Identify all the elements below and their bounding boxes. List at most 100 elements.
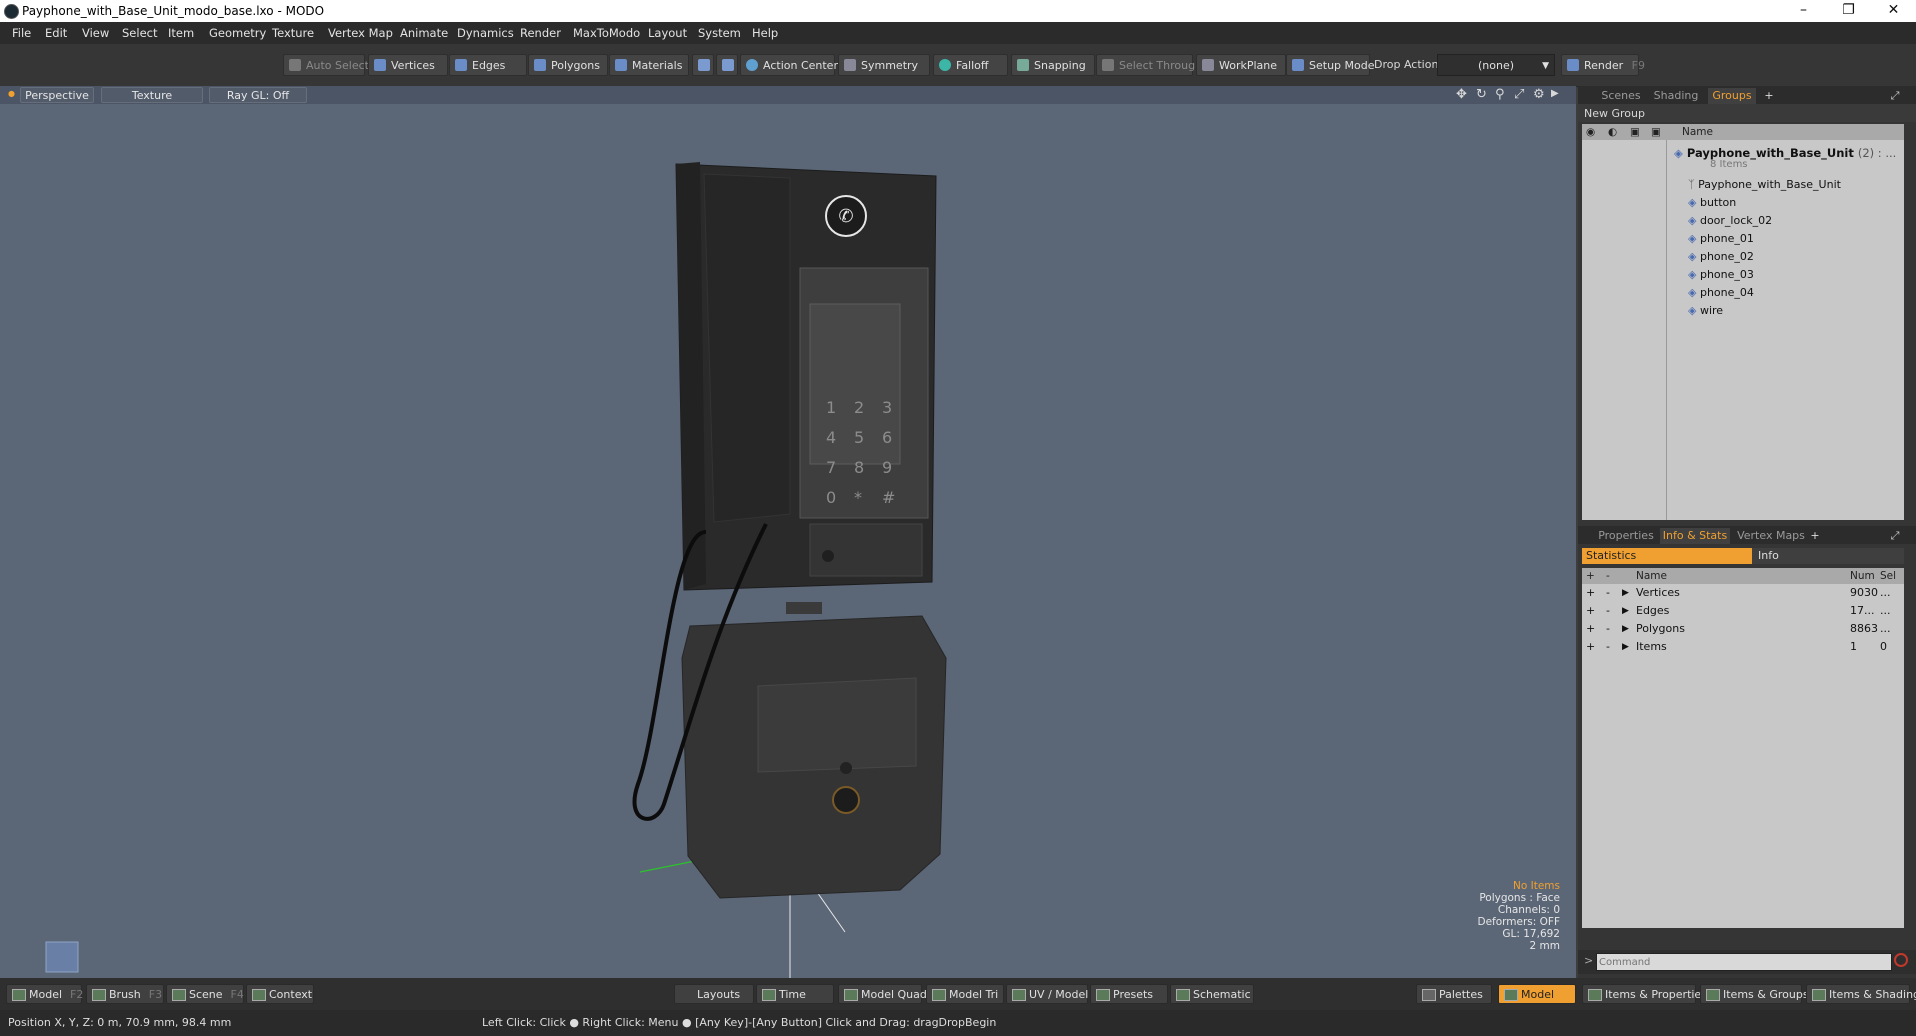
- close-button[interactable]: ✕: [1871, 0, 1916, 22]
- tab-groups[interactable]: Groups: [1708, 88, 1756, 104]
- drop-action-select[interactable]: (none) ▼: [1437, 54, 1555, 76]
- group-row[interactable]: ◈ Payphone_with_Base_Unit (2) : ...: [1674, 144, 1896, 162]
- menu-file[interactable]: File: [12, 26, 31, 40]
- collapse-all-icon[interactable]: -: [1606, 568, 1610, 584]
- minimize-button[interactable]: –: [1781, 0, 1826, 22]
- viewport-menu-icon[interactable]: ●: [8, 89, 15, 98]
- gear-icon[interactable]: ⚙: [1533, 87, 1545, 102]
- rotate-view-icon[interactable]: ↻: [1476, 87, 1487, 102]
- menu-layout[interactable]: Layout: [648, 26, 687, 40]
- tab-vertex-maps[interactable]: Vertex Maps: [1736, 528, 1806, 544]
- stat-num: 17...: [1850, 604, 1875, 617]
- menu-system[interactable]: System: [698, 26, 741, 40]
- menu-render[interactable]: Render: [520, 26, 561, 40]
- select-through-button[interactable]: Select Through: [1096, 54, 1202, 76]
- 3d-viewport[interactable]: ● Perspective Texture Ray GL: Off ✥ ↻ ⚲ …: [0, 86, 1576, 978]
- select-mode-1-button[interactable]: [692, 54, 714, 76]
- palettes-button[interactable]: Palettes: [1416, 984, 1492, 1004]
- list-item-payphone[interactable]: ᛉ Payphone_with_Base_Unit: [1688, 176, 1841, 194]
- info-subtab[interactable]: Info: [1752, 548, 1904, 564]
- table-row[interactable]: + - ▶ Items 1 0: [1582, 638, 1904, 656]
- scene-layout-button[interactable]: Scene F4: [166, 984, 244, 1004]
- render-visibility-icon: ◐: [1608, 126, 1618, 138]
- list-item-door-lock[interactable]: ◈ door_lock_02: [1688, 212, 1772, 230]
- presets-button[interactable]: Presets: [1090, 984, 1168, 1004]
- new-group-button[interactable]: New Group: [1584, 107, 1645, 120]
- list-item-phone-02[interactable]: ◈ phone_02: [1688, 248, 1754, 266]
- list-item-button[interactable]: ◈ button: [1688, 194, 1736, 212]
- menu-geometry[interactable]: Geometry: [209, 26, 266, 40]
- ray-gl-toggle[interactable]: Ray GL: Off: [209, 87, 307, 103]
- snapping-button[interactable]: Snapping: [1011, 54, 1095, 76]
- model-tri-button[interactable]: Model Tri: [926, 984, 1004, 1004]
- deformers-label: Deformers: OFF: [1477, 916, 1561, 928]
- setup-mode-button[interactable]: Setup Mode: [1286, 54, 1374, 76]
- table-row[interactable]: + - ▶ Polygons 8863 ...: [1582, 620, 1904, 638]
- menu-animate[interactable]: Animate: [400, 26, 448, 40]
- command-input[interactable]: [1596, 953, 1892, 971]
- vertices-button[interactable]: Vertices: [368, 54, 448, 76]
- expand-panel-icon[interactable]: ⤢: [1888, 88, 1902, 104]
- model-quad-button[interactable]: Model Quad: [838, 984, 927, 1004]
- list-item-phone-03[interactable]: ◈ phone_03: [1688, 266, 1754, 284]
- view-perspective-tab[interactable]: Perspective: [20, 87, 94, 103]
- list-item-wire[interactable]: ◈ wire: [1688, 302, 1723, 320]
- time-button[interactable]: Time: [756, 984, 834, 1004]
- tab-info-stats[interactable]: Info & Stats: [1660, 528, 1730, 544]
- stat-name: Polygons: [1636, 622, 1685, 635]
- schematic-button[interactable]: Schematic: [1170, 984, 1254, 1004]
- fit-view-icon[interactable]: ⤢: [1514, 87, 1524, 102]
- view-texture-tab[interactable]: Texture: [101, 87, 203, 103]
- tab-properties[interactable]: Properties: [1596, 528, 1656, 544]
- remove-icon: -: [1606, 586, 1610, 599]
- polygons-button[interactable]: Polygons: [528, 54, 608, 76]
- context-layout-button[interactable]: Context: [246, 984, 314, 1004]
- menu-maxtomodo[interactable]: MaxToModo: [573, 26, 640, 40]
- list-item-phone-01[interactable]: ◈ phone_01: [1688, 230, 1754, 248]
- menu-help[interactable]: Help: [752, 26, 778, 40]
- render-button[interactable]: Render F9: [1561, 54, 1645, 76]
- statistics-subtab[interactable]: Statistics: [1582, 548, 1752, 564]
- menu-vertex-map[interactable]: Vertex Map: [328, 26, 393, 40]
- keypad-key: #: [882, 488, 896, 507]
- items-properties-button[interactable]: Items & Properties: [1582, 984, 1707, 1004]
- table-row[interactable]: + - ▶ Vertices 9030 ...: [1582, 584, 1904, 602]
- model-layout-button[interactable]: Model F2: [6, 984, 83, 1004]
- zoom-view-icon[interactable]: ⚲: [1495, 87, 1505, 102]
- materials-button[interactable]: Materials: [609, 54, 689, 76]
- auto-select-button[interactable]: Auto Select: [283, 54, 369, 76]
- right-panel: Scenes Shading Groups + ⤢ New Group ◉ ◐ …: [1578, 86, 1916, 978]
- move-view-icon[interactable]: ✥: [1456, 87, 1467, 102]
- symmetry-button[interactable]: Symmetry: [838, 54, 930, 76]
- items-groups-button[interactable]: Items & Groups: [1700, 984, 1809, 1004]
- menu-texture[interactable]: Texture: [272, 26, 314, 40]
- menu-dynamics[interactable]: Dynamics: [457, 26, 514, 40]
- tab-shading[interactable]: Shading: [1650, 88, 1702, 104]
- add-tab-icon[interactable]: +: [1808, 528, 1822, 544]
- add-tab-icon[interactable]: +: [1762, 88, 1776, 104]
- action-center-button[interactable]: Action Center: [740, 54, 838, 76]
- falloff-button[interactable]: Falloff: [933, 54, 1008, 76]
- brush-layout-button[interactable]: Brush F3: [86, 984, 164, 1004]
- maximize-button[interactable]: ❐: [1826, 0, 1871, 22]
- uv-model-button[interactable]: UV / Model: [1006, 984, 1088, 1004]
- edges-button[interactable]: Edges: [449, 54, 527, 76]
- locator-icon: ᛉ: [1688, 178, 1699, 191]
- model-tab-active[interactable]: Model: [1498, 984, 1576, 1004]
- list-item-phone-04[interactable]: ◈ phone_04: [1688, 284, 1754, 302]
- record-icon[interactable]: [1894, 953, 1908, 967]
- select-mode-2-button[interactable]: [716, 54, 738, 76]
- expand-panel-icon[interactable]: ⤢: [1888, 528, 1902, 544]
- menu-select[interactable]: Select: [122, 26, 157, 40]
- tab-scenes[interactable]: Scenes: [1598, 88, 1644, 104]
- layouts-button[interactable]: Layouts: [674, 984, 754, 1004]
- menu-view[interactable]: View: [82, 26, 109, 40]
- menu-edit[interactable]: Edit: [45, 26, 67, 40]
- items-shading-button[interactable]: Items & Shading: [1806, 984, 1916, 1004]
- menu-item[interactable]: Item: [168, 26, 194, 40]
- grid-scale-label: 2 mm: [1529, 940, 1560, 952]
- chevron-right-icon[interactable]: ▶: [1551, 88, 1559, 99]
- table-row[interactable]: + - ▶ Edges 17... ...: [1582, 602, 1904, 620]
- workplane-button[interactable]: WorkPlane: [1196, 54, 1286, 76]
- expand-all-icon[interactable]: +: [1586, 568, 1595, 584]
